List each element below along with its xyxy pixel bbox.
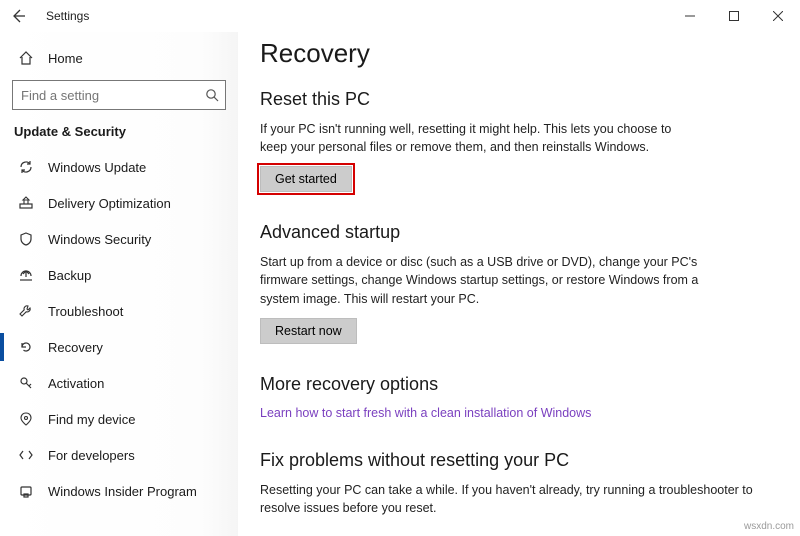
section-desc: If your PC isn't running well, resetting… xyxy=(260,120,700,156)
fresh-start-link[interactable]: Learn how to start fresh with a clean in… xyxy=(260,406,591,420)
maximize-button[interactable] xyxy=(712,0,756,32)
sidebar-item-recovery[interactable]: Recovery xyxy=(0,329,238,365)
restart-now-button[interactable]: Restart now xyxy=(260,318,357,344)
sidebar: Home Update & Security Windows Update De… xyxy=(0,32,238,536)
section-desc: Resetting your PC can take a while. If y… xyxy=(260,481,774,517)
search-input[interactable] xyxy=(13,81,225,109)
page-title: Recovery xyxy=(260,38,774,69)
sidebar-item-label: For developers xyxy=(48,448,135,463)
section-advanced-startup: Advanced startup Start up from a device … xyxy=(260,222,774,343)
section-title: Reset this PC xyxy=(260,89,774,110)
sync-icon xyxy=(18,159,34,175)
sidebar-item-troubleshoot[interactable]: Troubleshoot xyxy=(0,293,238,329)
content-area: Recovery Reset this PC If your PC isn't … xyxy=(238,32,800,536)
sidebar-item-home[interactable]: Home xyxy=(0,42,238,80)
sidebar-item-for-developers[interactable]: For developers xyxy=(0,437,238,473)
backup-icon xyxy=(18,267,34,283)
watermark: wsxdn.com xyxy=(744,521,794,532)
section-reset-pc: Reset this PC If your PC isn't running w… xyxy=(260,89,774,192)
search-box[interactable] xyxy=(12,80,226,110)
wrench-icon xyxy=(18,303,34,319)
sidebar-item-windows-update[interactable]: Windows Update xyxy=(0,149,238,185)
sidebar-item-windows-insider[interactable]: Windows Insider Program xyxy=(0,473,238,509)
home-icon xyxy=(18,50,34,66)
section-title: Advanced startup xyxy=(260,222,774,243)
section-title: Fix problems without resetting your PC xyxy=(260,450,774,471)
delivery-icon xyxy=(18,195,34,211)
get-started-button[interactable]: Get started xyxy=(260,166,352,192)
insider-icon xyxy=(18,483,34,499)
section-desc: Start up from a device or disc (such as … xyxy=(260,253,700,307)
sidebar-item-find-my-device[interactable]: Find my device xyxy=(0,401,238,437)
location-icon xyxy=(18,411,34,427)
close-icon xyxy=(773,11,783,21)
sidebar-item-windows-security[interactable]: Windows Security xyxy=(0,221,238,257)
section-title: More recovery options xyxy=(260,374,774,395)
sidebar-item-delivery-optimization[interactable]: Delivery Optimization xyxy=(0,185,238,221)
sidebar-item-label: Recovery xyxy=(48,340,103,355)
sidebar-item-label: Windows Security xyxy=(48,232,151,247)
sidebar-item-label: Delivery Optimization xyxy=(48,196,171,211)
section-more-recovery: More recovery options Learn how to start… xyxy=(260,374,774,420)
arrow-left-icon xyxy=(10,8,26,24)
sidebar-group-header: Update & Security xyxy=(0,124,238,149)
sidebar-item-label: Windows Update xyxy=(48,160,146,175)
minimize-button[interactable] xyxy=(668,0,712,32)
back-button[interactable] xyxy=(8,6,28,26)
sidebar-item-label: Find my device xyxy=(48,412,135,427)
sidebar-item-label: Activation xyxy=(48,376,104,391)
sidebar-item-label: Windows Insider Program xyxy=(48,484,197,499)
recovery-icon xyxy=(18,339,34,355)
window-title: Settings xyxy=(46,9,89,23)
sidebar-nav: Windows Update Delivery Optimization Win… xyxy=(0,149,238,509)
key-icon xyxy=(18,375,34,391)
sidebar-item-label: Troubleshoot xyxy=(48,304,123,319)
section-fix-problems: Fix problems without resetting your PC R… xyxy=(260,450,774,517)
shield-icon xyxy=(18,231,34,247)
minimize-icon xyxy=(685,11,695,21)
sidebar-item-label: Backup xyxy=(48,268,91,283)
maximize-icon xyxy=(729,11,739,21)
sidebar-item-backup[interactable]: Backup xyxy=(0,257,238,293)
search-icon xyxy=(205,88,219,102)
sidebar-item-label: Home xyxy=(48,51,83,66)
close-button[interactable] xyxy=(756,0,800,32)
code-icon xyxy=(18,447,34,463)
titlebar: Settings xyxy=(0,0,800,32)
sidebar-item-activation[interactable]: Activation xyxy=(0,365,238,401)
